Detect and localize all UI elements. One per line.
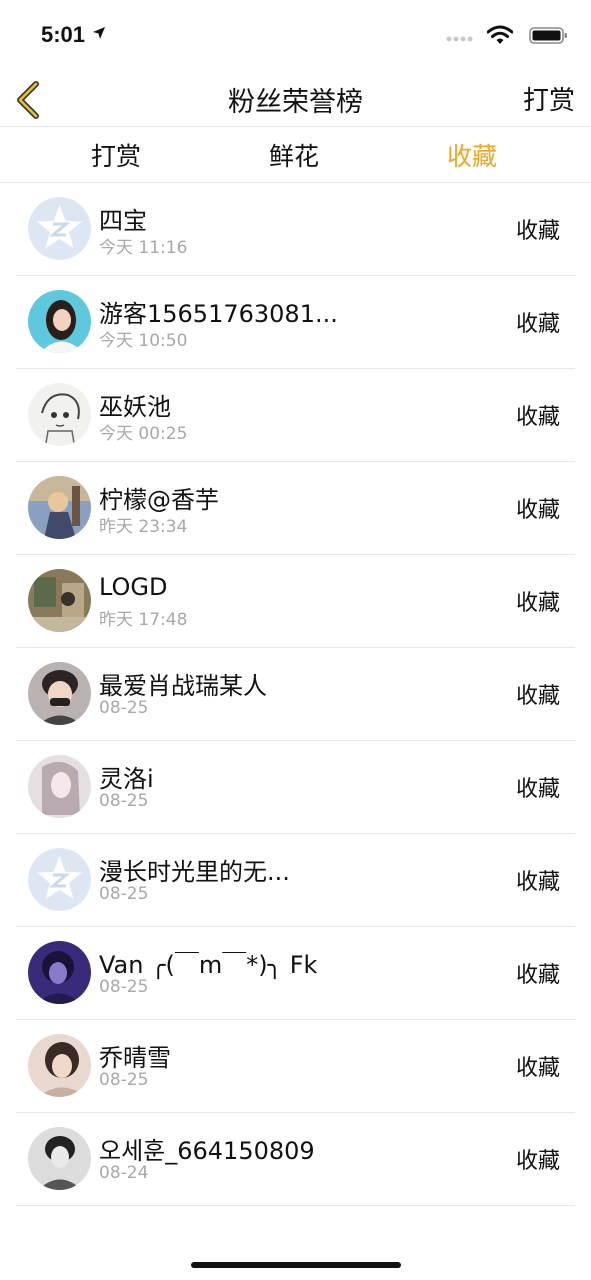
user-name: 巫妖池	[99, 393, 171, 421]
user-name: Van ╭(￣m￣*)╮ Fk	[99, 951, 318, 979]
timestamp: 08-24	[99, 1163, 149, 1183]
user-name: 游客15651763081...	[99, 300, 338, 328]
status-bar: 5:01	[0, 0, 591, 70]
action-label: 收藏	[515, 963, 560, 988]
user-photo-avatar	[28, 662, 91, 725]
user-sketch-avatar	[28, 383, 91, 446]
tab-reward[interactable]: 打赏	[56, 137, 176, 173]
timestamp: 08-25	[99, 977, 149, 997]
home-indicator[interactable]	[191, 1262, 401, 1268]
list-item[interactable]: Van ╭(￣m￣*)╮ Fk 08-25 收藏	[0, 927, 591, 1020]
timestamp: 08-25	[99, 698, 149, 718]
user-name: 乔晴雪	[99, 1044, 171, 1072]
list-item[interactable]: 乔晴雪 08-25 收藏	[0, 1020, 591, 1113]
timestamp: 今天 00:25	[99, 424, 188, 444]
page-title: 粉丝荣誉榜	[228, 87, 363, 118]
timestamp: 08-25	[99, 1070, 149, 1090]
user-name: 最爱肖战瑞某人	[99, 672, 267, 700]
list-item[interactable]: 柠檬@香芋 昨天 23:34 收藏	[0, 462, 591, 555]
location-arrow-icon	[93, 27, 105, 39]
user-photo-avatar	[28, 569, 91, 632]
timestamp: 08-25	[99, 884, 149, 904]
list-item[interactable]: 游客15651763081... 今天 10:50 收藏	[0, 276, 591, 369]
list-item[interactable]: LOGD 昨天 17:48 收藏	[0, 555, 591, 648]
user-photo-avatar	[28, 1127, 91, 1190]
timestamp: 08-25	[99, 791, 149, 811]
list-item[interactable]: 灵洛i 08-25 收藏	[0, 741, 591, 834]
list-item[interactable]: 最爱肖战瑞某人 08-25 收藏	[0, 648, 591, 741]
user-name: 漫长时光里的无...	[99, 858, 290, 886]
default-q-avatar-icon	[28, 848, 91, 911]
action-label: 收藏	[515, 777, 560, 802]
user-photo-avatar	[28, 941, 91, 1004]
timestamp: 昨天 17:48	[99, 610, 188, 630]
list-item[interactable]: 四宝 今天 11:16 收藏	[0, 183, 591, 276]
user-name: 柠檬@香芋	[99, 486, 219, 514]
action-label: 收藏	[515, 870, 560, 895]
default-q-avatar-icon	[28, 197, 91, 260]
list-item[interactable]: 오세훈_664150809 08-24 收藏	[0, 1113, 591, 1206]
tab-flowers[interactable]: 鲜花	[234, 137, 354, 173]
tab-bar: 打赏 鲜花 收藏	[0, 127, 591, 183]
status-time: 5:01	[41, 22, 86, 47]
list-item[interactable]: 巫妖池 今天 00:25 收藏	[0, 369, 591, 462]
timestamp: 今天 10:50	[99, 331, 188, 351]
user-anime-avatar	[28, 476, 91, 539]
user-name: LOGD	[99, 573, 168, 601]
battery-icon	[529, 27, 567, 44]
timestamp: 昨天 23:34	[99, 517, 188, 537]
action-label: 收藏	[515, 219, 560, 244]
user-photo-avatar	[28, 290, 91, 353]
user-name: 四宝	[99, 207, 147, 235]
action-label: 收藏	[515, 1056, 560, 1081]
navigation-bar: 粉丝荣誉榜 打赏	[0, 70, 591, 127]
user-name: 오세훈_664150809	[99, 1137, 315, 1165]
user-name: 灵洛i	[99, 765, 154, 793]
fan-list: 四宝 今天 11:16 收藏 游客15651763081... 今天 10:50…	[0, 183, 591, 1206]
action-label: 收藏	[515, 405, 560, 430]
list-item[interactable]: 漫长时光里的无... 08-25 收藏	[0, 834, 591, 927]
action-label: 收藏	[515, 684, 560, 709]
action-label: 收藏	[515, 498, 560, 523]
wifi-icon	[487, 25, 513, 44]
user-photo-avatar	[28, 1034, 91, 1097]
action-label: 收藏	[515, 312, 560, 337]
signal-dots-icon	[446, 36, 473, 42]
divider	[16, 1205, 575, 1206]
reward-nav-button[interactable]: 打赏	[523, 80, 575, 117]
action-label: 收藏	[515, 1149, 560, 1174]
tab-favorites[interactable]: 收藏	[412, 137, 532, 173]
action-label: 收藏	[515, 591, 560, 616]
user-photo-avatar	[28, 755, 91, 818]
timestamp: 今天 11:16	[99, 238, 188, 258]
